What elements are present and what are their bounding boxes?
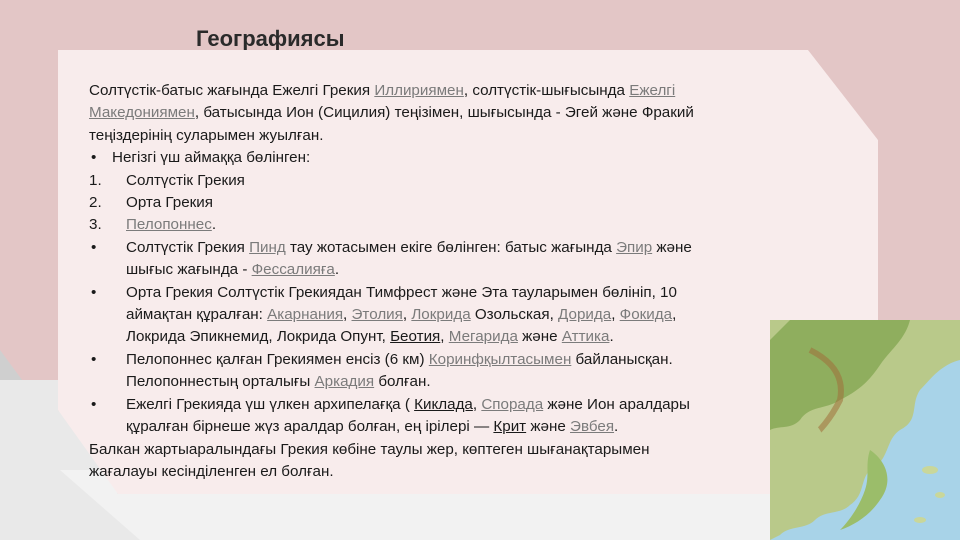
- link-phocis[interactable]: Фокида: [620, 306, 672, 323]
- list-item-region-1: 1. Солтүстік Грекия: [89, 171, 245, 189]
- bullet-archipelagos: • Ежелгі Грекияда үш үлкен архипелағқа ( …: [91, 395, 690, 436]
- link-acarnania[interactable]: Акарнания: [267, 306, 343, 323]
- link-thessaly[interactable]: Фессалияға: [252, 261, 335, 278]
- list-item-region-3: 3. Пелопоннес.: [89, 216, 217, 234]
- link-doris[interactable]: Дорида: [558, 306, 611, 323]
- link-boeotia[interactable]: Беотия: [390, 328, 440, 345]
- link-attica[interactable]: Аттика: [562, 328, 610, 345]
- link-pindus[interactable]: Пинд: [249, 239, 286, 256]
- intro-paragraph: Солтүстік-батыс жағында Ежелгі Грекия Ил…: [89, 82, 694, 144]
- page-title: Географиясы: [196, 26, 345, 51]
- bullet-central-greece: • Орта Грекия Солтүстік Грекиядан Тимфре…: [91, 283, 677, 346]
- link-euboea[interactable]: Эвбея: [570, 418, 614, 435]
- link-arcadia[interactable]: Аркадия: [315, 373, 375, 390]
- link-peloponnese[interactable]: Пелопоннес: [126, 216, 212, 233]
- bullet-north-greece: • Солтүстік Грекия Пинд тау жотасымен екі…: [91, 238, 692, 279]
- link-illyria[interactable]: Иллириямен: [374, 82, 464, 99]
- link-macedonia-2[interactable]: Македониямен: [89, 104, 195, 121]
- link-sporades[interactable]: Спорада: [481, 396, 543, 413]
- link-corinth-isthmus[interactable]: Коринфқылтасымен: [429, 351, 572, 368]
- link-locris[interactable]: Локрида: [411, 306, 470, 323]
- list-item-region-2: 2. Орта Грекия: [89, 194, 213, 212]
- link-cyclades[interactable]: Киклада: [414, 396, 473, 413]
- bullet-peloponnese: • Пелопоннес қалған Грекиямен енсіз (6 км…: [91, 350, 673, 391]
- content-text: Солтүстік-батыс жағында Ежелгі Грекия Ил…: [89, 80, 831, 483]
- link-crete[interactable]: Крит: [493, 418, 526, 435]
- bullet-main: • Негізгі үш аймаққа бөлінген:: [89, 147, 831, 169]
- link-aetolia[interactable]: Этолия: [352, 306, 403, 323]
- bullet-marker: •: [91, 149, 97, 167]
- link-epirus[interactable]: Эпир: [616, 239, 652, 256]
- link-macedonia-1[interactable]: Ежелгі: [629, 82, 675, 99]
- closing-paragraph: Балкан жартыаралындағы Грекия көбіне тау…: [89, 440, 650, 480]
- link-megaris[interactable]: Мегарида: [449, 328, 518, 345]
